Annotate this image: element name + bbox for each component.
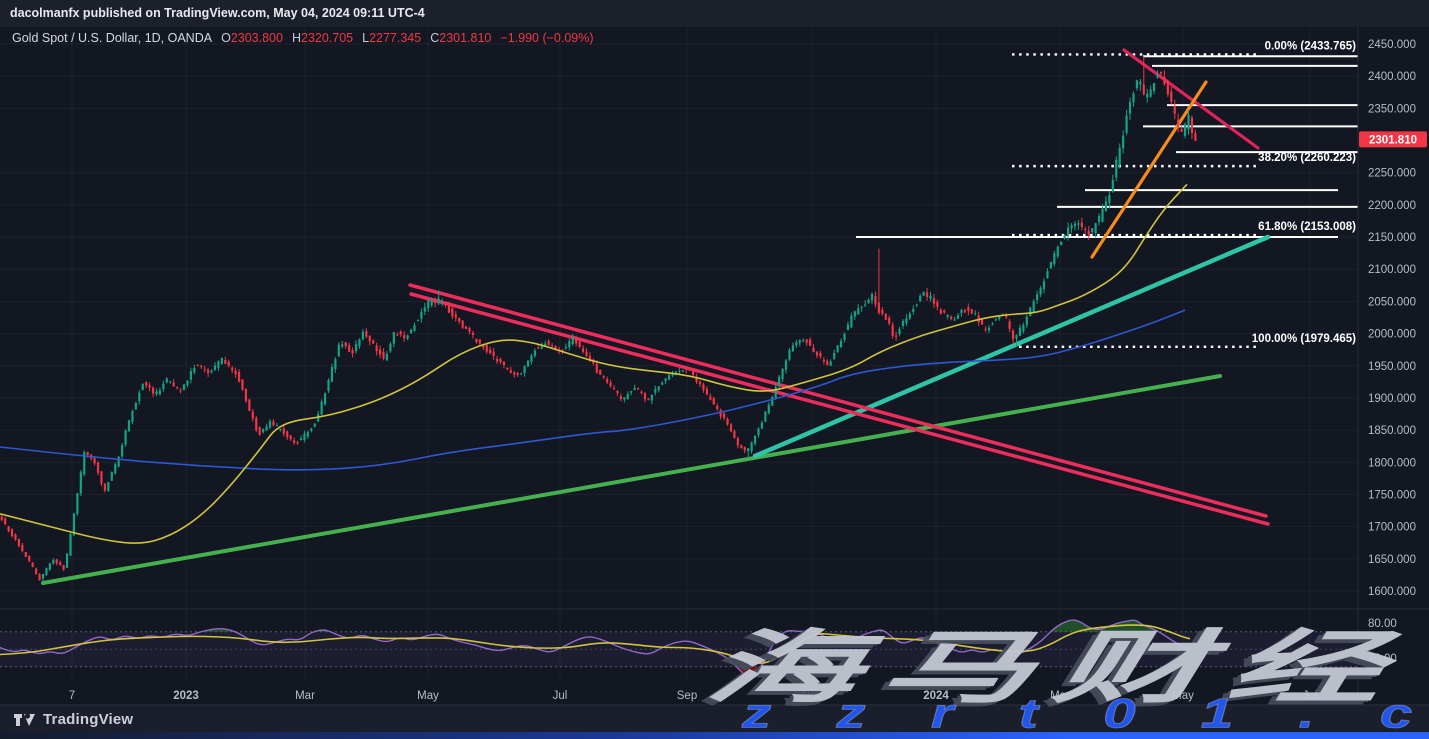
tradingview-logo-icon[interactable] bbox=[14, 711, 36, 729]
svg-text:38.20% (2260.223): 38.20% (2260.223) bbox=[1258, 152, 1356, 164]
ohlc-high: H2320.705 bbox=[292, 31, 353, 45]
long-term-support bbox=[43, 376, 1220, 583]
svg-text:1700.000: 1700.000 bbox=[1368, 522, 1416, 534]
svg-text:1850.000: 1850.000 bbox=[1368, 425, 1416, 437]
svg-text:1950.000: 1950.000 bbox=[1368, 361, 1416, 373]
svg-text:2100.000: 2100.000 bbox=[1368, 264, 1416, 276]
svg-text:2450.000: 2450.000 bbox=[1368, 39, 1416, 51]
time-axis[interactable]: 7 2023 Mar May Jul Sep Nov 2024 Mar May Jul bbox=[69, 690, 1318, 702]
svg-text:Jul: Jul bbox=[553, 690, 568, 702]
svg-text:May: May bbox=[417, 690, 439, 702]
svg-text:7: 7 bbox=[69, 690, 75, 702]
price-chart-canvas[interactable]: 0.00% (2433.765) 38.20% (2260.223) 61.80% … bbox=[0, 0, 1429, 739]
trendlines-layer bbox=[43, 50, 1268, 583]
ohlc-open: O2303.800 bbox=[221, 31, 283, 45]
footer-bar: TradingView bbox=[0, 706, 1429, 733]
tradingview-logo-text[interactable]: TradingView bbox=[43, 711, 133, 728]
svg-text:100.00% (1979.465): 100.00% (1979.465) bbox=[1252, 333, 1356, 345]
svg-text:1800.000: 1800.000 bbox=[1368, 457, 1416, 469]
change-value: −1.990 (−0.09%) bbox=[500, 31, 593, 45]
svg-text:2200.000: 2200.000 bbox=[1368, 200, 1416, 212]
descending-channel-lower bbox=[411, 294, 1268, 524]
svg-text:1900.000: 1900.000 bbox=[1368, 393, 1416, 405]
tradingview-snapshot: dacolmanfx published on TradingView.com,… bbox=[0, 0, 1429, 739]
bottom-blue-bar bbox=[0, 732, 1429, 739]
symbol-legend[interactable]: Gold Spot / U.S. Dollar, 1D, OANDA O2303… bbox=[12, 31, 594, 45]
svg-text:2250.000: 2250.000 bbox=[1368, 168, 1416, 180]
ohlc-close: C2301.810 bbox=[430, 31, 491, 45]
svg-text:May: May bbox=[1172, 690, 1194, 702]
svg-text:Nov: Nov bbox=[802, 690, 823, 702]
svg-text:0.00% (2433.765): 0.00% (2433.765) bbox=[1265, 40, 1357, 52]
svg-text:40.00: 40.00 bbox=[1368, 653, 1397, 665]
svg-text:Mar: Mar bbox=[295, 690, 315, 702]
svg-text:Jul: Jul bbox=[1303, 690, 1318, 702]
svg-text:2400.000: 2400.000 bbox=[1368, 71, 1416, 83]
published-bar: dacolmanfx published on TradingView.com,… bbox=[0, 0, 1429, 27]
svg-text:2350.000: 2350.000 bbox=[1368, 103, 1416, 115]
candles-layer bbox=[1, 56, 1197, 583]
svg-text:1650.000: 1650.000 bbox=[1368, 554, 1416, 566]
grid-layer bbox=[0, 27, 1358, 682]
svg-text:1600.000: 1600.000 bbox=[1368, 586, 1416, 598]
svg-text:2050.000: 2050.000 bbox=[1368, 296, 1416, 308]
descending-channel-upper bbox=[410, 285, 1266, 516]
fibonacci-layer: 0.00% (2433.765) 38.20% (2260.223) 61.80% … bbox=[1012, 40, 1356, 346]
svg-text:2301.810: 2301.810 bbox=[1369, 134, 1417, 146]
svg-text:2024: 2024 bbox=[923, 690, 949, 702]
ohlc-low: L2277.345 bbox=[362, 31, 421, 45]
svg-text:61.80% (2153.008): 61.80% (2153.008) bbox=[1258, 221, 1356, 233]
symbol-title[interactable]: Gold Spot / U.S. Dollar, 1D, OANDA bbox=[12, 31, 212, 45]
svg-text:80.00: 80.00 bbox=[1368, 618, 1397, 630]
svg-text:1750.000: 1750.000 bbox=[1368, 489, 1416, 501]
svg-text:2150.000: 2150.000 bbox=[1368, 232, 1416, 244]
svg-text:Sep: Sep bbox=[677, 690, 697, 702]
svg-text:Mar: Mar bbox=[1050, 690, 1070, 702]
price-badge: 2301.810 bbox=[1359, 131, 1427, 147]
published-text: dacolmanfx published on TradingView.com,… bbox=[10, 6, 425, 20]
svg-text:2023: 2023 bbox=[173, 690, 199, 702]
svg-text:2000.000: 2000.000 bbox=[1368, 329, 1416, 341]
